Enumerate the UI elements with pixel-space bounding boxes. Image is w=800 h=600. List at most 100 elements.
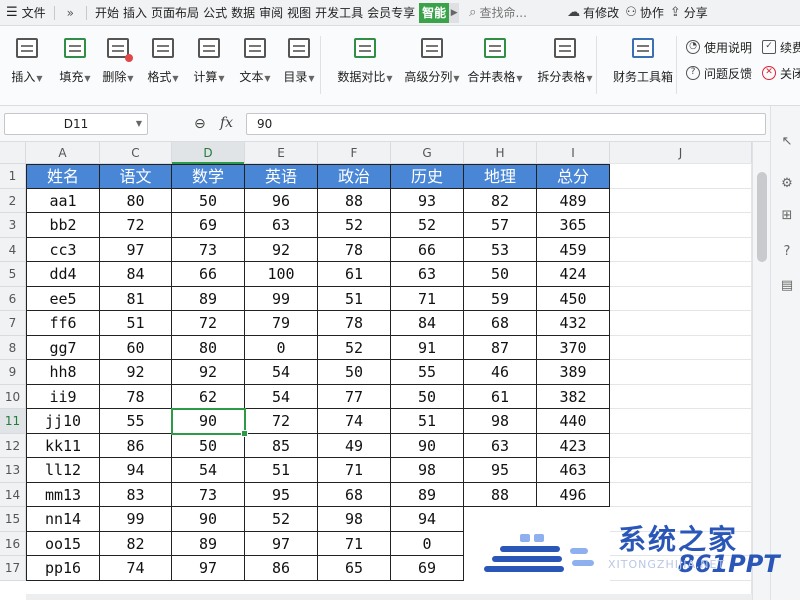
column-header-G[interactable]: G [391, 142, 464, 164]
table-cell[interactable]: 66 [391, 237, 464, 262]
table-cell[interactable]: 61 [318, 262, 391, 287]
table-cell[interactable]: 0 [391, 531, 464, 556]
row-header-10[interactable]: 10 [0, 384, 26, 409]
table-cell[interactable]: 51 [318, 286, 391, 311]
row-header-17[interactable]: 17 [0, 556, 26, 581]
table-header-cell[interactable]: 语文 [100, 164, 172, 189]
table-cell[interactable]: 440 [537, 409, 610, 434]
table-cell[interactable]: 423 [537, 433, 610, 458]
table-cell[interactable]: kk11 [26, 433, 100, 458]
fill-button[interactable]: 填充▼ [50, 38, 100, 94]
table-cell[interactable]: 50 [391, 384, 464, 409]
table-cell[interactable]: 85 [245, 433, 318, 458]
table-header-cell[interactable]: 地理 [464, 164, 537, 189]
row-header-11[interactable]: 11 [0, 409, 26, 434]
row-header-16[interactable]: 16 [0, 531, 26, 556]
help-icon[interactable]: ? [779, 244, 795, 260]
table-cell[interactable]: 72 [172, 311, 245, 336]
tab-1[interactable]: 开始 [93, 0, 121, 26]
table-cell[interactable]: oo15 [26, 531, 100, 556]
table-cell[interactable]: 97 [172, 556, 245, 581]
table-cell[interactable]: 82 [100, 531, 172, 556]
table-cell[interactable]: 50 [172, 433, 245, 458]
table-cell[interactable]: 95 [464, 458, 537, 483]
insert-button[interactable]: 插入▼ [4, 38, 50, 94]
table-cell[interactable]: aa1 [26, 188, 100, 213]
table-cell[interactable]: 98 [318, 507, 391, 532]
panel-icon[interactable]: ▤ [779, 278, 795, 294]
table-cell[interactable]: 91 [391, 335, 464, 360]
table-cell[interactable]: 89 [172, 286, 245, 311]
table-cell[interactable]: 83 [100, 482, 172, 507]
tab-smart[interactable]: 智能 [419, 2, 450, 23]
table-cell[interactable]: 99 [245, 286, 318, 311]
table-header-cell[interactable]: 总分 [537, 164, 610, 189]
table-cell[interactable]: 79 [245, 311, 318, 336]
table-cell[interactable]: 84 [391, 311, 464, 336]
table-cell[interactable]: 370 [537, 335, 610, 360]
table-cell[interactable]: 99 [100, 507, 172, 532]
table-cell[interactable]: jj10 [26, 409, 100, 434]
table-cell[interactable]: 63 [464, 433, 537, 458]
table-cell[interactable]: 55 [100, 409, 172, 434]
table-cell[interactable]: 71 [391, 286, 464, 311]
table-cell[interactable]: hh8 [26, 360, 100, 385]
more-tabs-icon[interactable]: » [61, 6, 80, 20]
table-cell[interactable]: 86 [245, 556, 318, 581]
table-cell[interactable]: 84 [100, 262, 172, 287]
table-cell[interactable]: 90 [172, 409, 245, 434]
table-cell[interactable]: 78 [100, 384, 172, 409]
table-cell[interactable]: 73 [172, 237, 245, 262]
table-cell[interactable]: 71 [318, 531, 391, 556]
tab-7[interactable]: 视图 [285, 0, 313, 26]
table-cell[interactable]: 89 [391, 482, 464, 507]
table-cell[interactable]: 54 [172, 458, 245, 483]
table-cell[interactable]: 78 [318, 237, 391, 262]
table-header-cell[interactable]: 历史 [391, 164, 464, 189]
table-cell[interactable]: 63 [391, 262, 464, 287]
table-cell[interactable]: 489 [537, 188, 610, 213]
table-cell[interactable]: 68 [464, 311, 537, 336]
table-cell[interactable]: 80 [172, 335, 245, 360]
renew-button[interactable]: ✓ 续费 [762, 38, 800, 56]
table-header-cell[interactable]: 数学 [172, 164, 245, 189]
table-cell[interactable]: 97 [245, 531, 318, 556]
tab-6[interactable]: 审阅 [257, 0, 285, 26]
row-header-4[interactable]: 4 [0, 237, 26, 262]
row-header-3[interactable]: 3 [0, 213, 26, 238]
table-header-cell[interactable]: 政治 [318, 164, 391, 189]
table-cell[interactable]: 74 [318, 409, 391, 434]
table-cell[interactable]: 53 [464, 237, 537, 262]
table-cell[interactable]: 89 [172, 531, 245, 556]
zoom-search-icon[interactable]: ⊖ [194, 116, 206, 132]
column-header-D[interactable]: D [172, 142, 245, 164]
table-cell[interactable]: 51 [100, 311, 172, 336]
table-header-cell[interactable]: 姓名 [26, 164, 100, 189]
table-cell[interactable]: 92 [245, 237, 318, 262]
properties-icon[interactable]: ⚙ [779, 176, 795, 192]
file-menu-button[interactable]: ☰ 文件 [0, 0, 48, 26]
menu-right-item[interactable]: ⚇ 协作 [625, 4, 664, 21]
table-cell[interactable]: 93 [391, 188, 464, 213]
table-cell[interactable]: 51 [391, 409, 464, 434]
feedback-button[interactable]: ? 问题反馈 [686, 64, 752, 82]
table-cell[interactable]: 98 [464, 409, 537, 434]
row-header-1[interactable]: 1 [0, 164, 26, 189]
formula-input[interactable]: 90 [246, 113, 766, 135]
table-cell[interactable]: 71 [318, 458, 391, 483]
table-cell[interactable]: 52 [245, 507, 318, 532]
column-header-H[interactable]: H [464, 142, 537, 164]
table-cell[interactable]: 52 [391, 213, 464, 238]
column-header-I[interactable]: I [537, 142, 610, 164]
row-header-7[interactable]: 7 [0, 311, 26, 336]
table-cell[interactable]: 50 [318, 360, 391, 385]
table-cell[interactable]: 69 [391, 556, 464, 581]
table-cell[interactable]: 432 [537, 311, 610, 336]
table-cell[interactable]: 46 [464, 360, 537, 385]
advanced-split-button[interactable]: 高级分列▼ [398, 38, 466, 94]
pointer-icon[interactable]: ↖ [779, 134, 795, 150]
table-cell[interactable]: 78 [318, 311, 391, 336]
table-cell[interactable]: 389 [537, 360, 610, 385]
table-cell[interactable]: 0 [245, 335, 318, 360]
search-command-box[interactable]: ⌕ 查找命... [469, 4, 561, 21]
